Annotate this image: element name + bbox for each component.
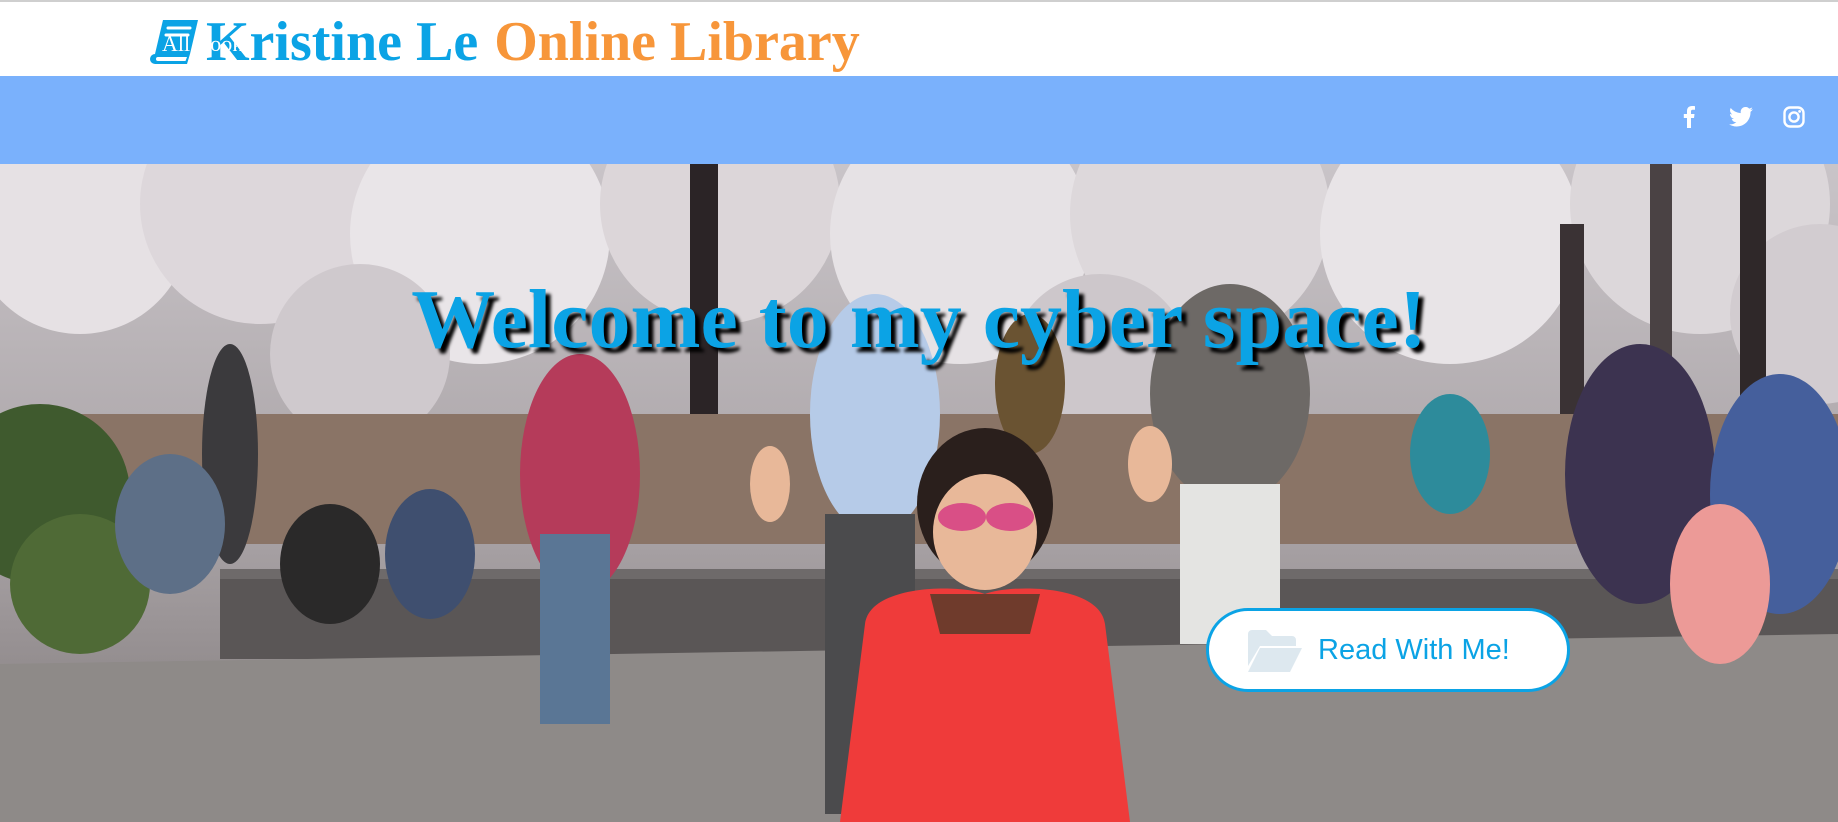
instagram-icon[interactable] bbox=[1783, 106, 1805, 128]
brand-name-second: Online Library bbox=[494, 11, 860, 73]
hero-background-photo bbox=[0, 164, 1838, 822]
read-with-me-button[interactable]: Read With Me! bbox=[1206, 608, 1570, 692]
main-navbar bbox=[0, 76, 1838, 164]
nav-home-link[interactable]: Home bbox=[31, 12, 109, 76]
twitter-icon[interactable] bbox=[1729, 106, 1753, 128]
hero-title: Welcome to my cyber space! bbox=[411, 273, 1427, 366]
folder-open-icon bbox=[1248, 630, 1302, 672]
nav-all-books-link[interactable]: All Books bbox=[150, 12, 264, 76]
hero-section: Welcome to my cyber space! Read With Me! bbox=[0, 164, 1838, 822]
site-header: Kristine Le Online Library bbox=[0, 2, 1838, 76]
facebook-icon[interactable] bbox=[1683, 106, 1695, 128]
read-with-me-label: Read With Me! bbox=[1318, 633, 1510, 666]
